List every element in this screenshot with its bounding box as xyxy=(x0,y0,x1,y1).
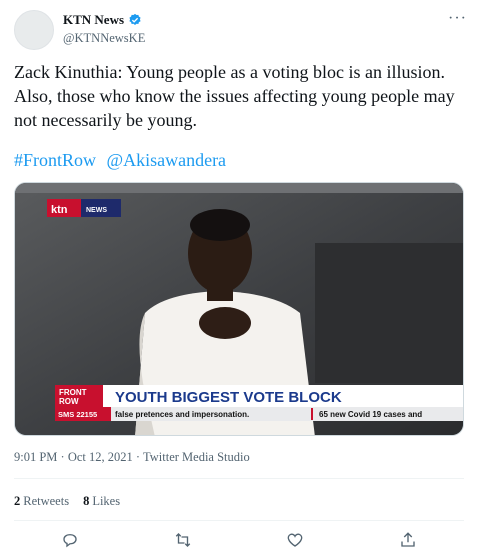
ticker-text-2: 65 new Covid 19 cases and xyxy=(319,410,422,419)
tweet-stats: 2 Retweets 8 Likes xyxy=(14,494,120,509)
tweet-time[interactable]: 9:01 PM xyxy=(14,450,57,464)
retweets-label: Retweets xyxy=(23,494,70,508)
retweets-stat[interactable]: 2 Retweets xyxy=(14,494,69,509)
news-ticker: SMS 22155 false pretences and impersonat… xyxy=(55,407,463,421)
share-icon xyxy=(401,532,415,547)
tweet-meta: 9:01 PM · Oct 12, 2021 · Twitter Media S… xyxy=(14,450,250,465)
like-button[interactable] xyxy=(283,528,307,552)
likes-stat[interactable]: 8 Likes xyxy=(83,494,120,509)
channel-logo: ktn NEWS xyxy=(47,199,121,217)
retweets-count: 2 xyxy=(14,494,21,508)
retweet-icon xyxy=(175,533,190,547)
video-thumbnail[interactable]: ktn NEWS FRONT ROW YOUTH BIGGEST VOTE BL… xyxy=(14,182,464,436)
tweet-card: KTN News @KTNNewsKE ··· Zack Kinuthia: Y… xyxy=(0,0,478,560)
author-handle[interactable]: @KTNNewsKE xyxy=(63,31,145,46)
likes-count: 8 xyxy=(83,494,90,508)
tweet-date[interactable]: Oct 12, 2021 xyxy=(68,450,133,464)
headline-bar: FRONT ROW YOUTH BIGGEST VOTE BLOCK xyxy=(55,385,463,407)
show-badge-line2: ROW xyxy=(59,397,79,406)
retweet-button[interactable] xyxy=(171,528,195,552)
author-name[interactable]: KTN News xyxy=(63,12,124,28)
show-badge-line1: FRONT xyxy=(59,388,87,397)
hashtag-link[interactable]: #FrontRow xyxy=(14,150,96,170)
share-button[interactable] xyxy=(396,528,420,552)
meta-separator: · xyxy=(135,450,141,464)
like-icon xyxy=(287,533,303,547)
meta-separator: · xyxy=(60,450,65,464)
divider xyxy=(14,478,464,479)
channel-tag: NEWS xyxy=(86,207,107,214)
mention-link[interactable]: @Akisawandera xyxy=(107,150,227,170)
likes-label: Likes xyxy=(92,494,121,508)
ticker-sms: SMS 22155 xyxy=(58,410,97,419)
author-name-row: KTN News xyxy=(63,12,142,28)
tweet-tags: #FrontRow @Akisawandera xyxy=(14,150,232,171)
reply-icon xyxy=(63,534,77,548)
avatar[interactable] xyxy=(14,10,54,50)
action-bar xyxy=(14,528,464,552)
channel-logo-text: ktn xyxy=(51,204,68,216)
tweet-text: Zack Kinuthia: Young people as a voting … xyxy=(14,62,455,130)
video-frame: ktn NEWS FRONT ROW YOUTH BIGGEST VOTE BL… xyxy=(15,183,463,435)
more-icon[interactable]: ··· xyxy=(448,10,467,28)
divider xyxy=(14,520,464,521)
reply-button[interactable] xyxy=(58,528,82,552)
ticker-text: false pretences and impersonation. xyxy=(115,410,249,419)
headline-text: YOUTH BIGGEST VOTE BLOCK xyxy=(115,389,342,406)
verified-badge-icon xyxy=(129,13,141,25)
tweet-source[interactable]: Twitter Media Studio xyxy=(143,450,250,464)
